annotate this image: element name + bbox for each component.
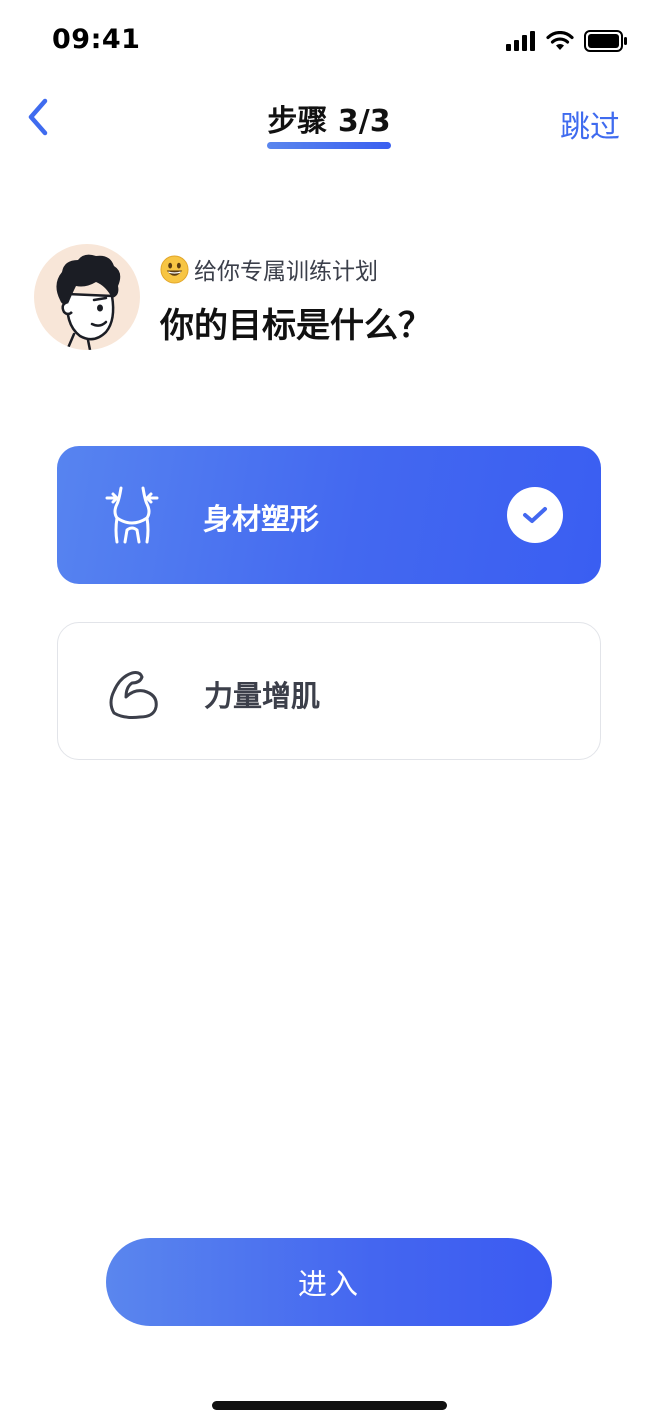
nav-bar: 步骤 3/3 跳过 <box>0 84 658 164</box>
wifi-icon <box>546 31 574 50</box>
flexed-arm-icon <box>109 671 158 719</box>
cellular-signal-icon <box>506 31 535 51</box>
status-bar: 09:41 <box>0 0 658 84</box>
goal-question: 你的目标是什么？ <box>160 306 432 346</box>
goal-option-label: 力量增肌 <box>204 679 321 713</box>
goal-option-label: 身材塑形 <box>203 502 320 536</box>
step-indicator-bar <box>267 142 391 149</box>
goal-option-body-shaping[interactable]: 身材塑形 <box>57 446 601 584</box>
battery-icon <box>584 30 627 52</box>
intro-subtitle-row: 给你专属训练计划 <box>160 252 378 286</box>
status-time: 09:41 <box>52 24 141 55</box>
enter-button[interactable]: 进入 <box>106 1238 552 1326</box>
intro-section: 给你专属训练计划 你的目标是什么？ <box>34 244 634 354</box>
goal-option-muscle-gain[interactable]: 力量增肌 <box>57 622 601 760</box>
skip-button[interactable]: 跳过 <box>560 102 620 146</box>
cartoon-avatar-icon <box>56 254 121 350</box>
grinning-face-icon <box>160 254 189 284</box>
home-indicator <box>212 1401 447 1410</box>
status-icons <box>506 30 628 52</box>
intro-subtitle: 给你专属训练计划 <box>194 259 378 285</box>
waist-shaping-icon <box>105 486 159 544</box>
avatar <box>34 244 140 350</box>
check-icon <box>507 487 563 543</box>
